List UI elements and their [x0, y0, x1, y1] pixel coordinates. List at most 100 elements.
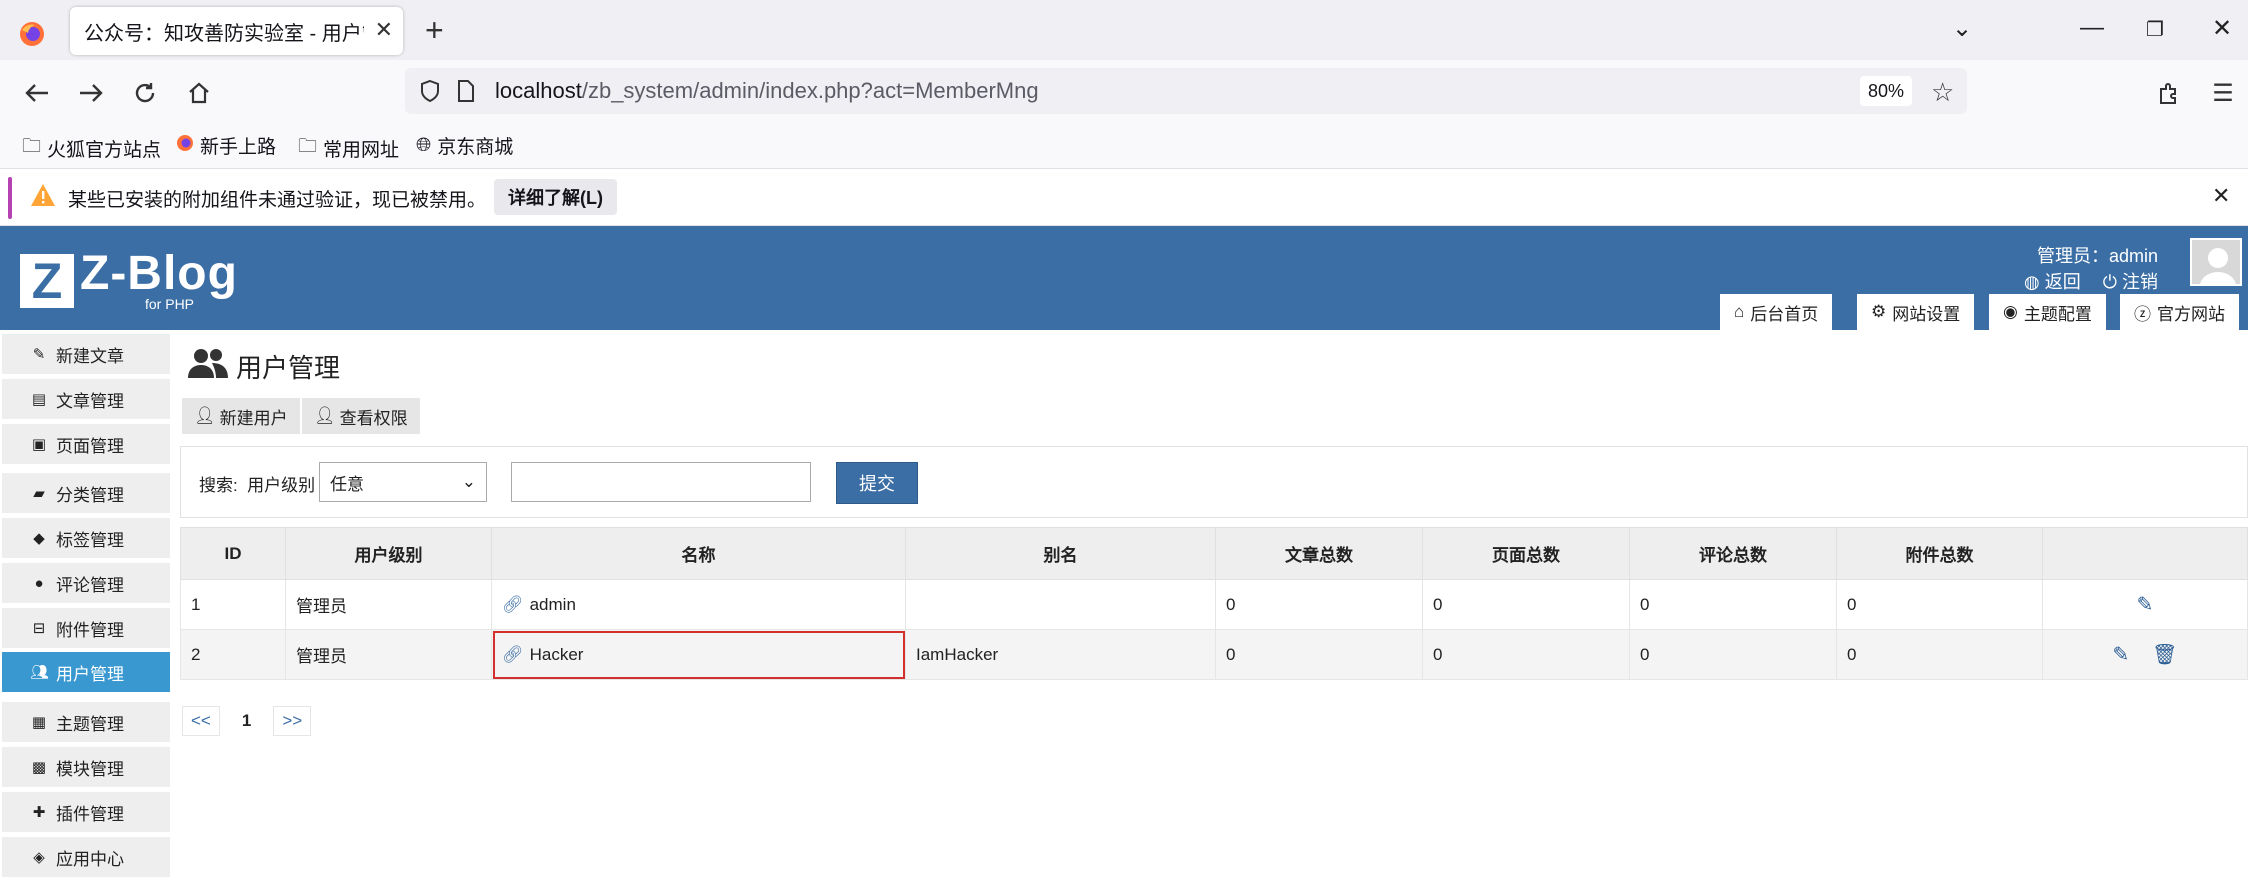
submit-button[interactable]: 提交 [836, 462, 918, 504]
tab-site-settings[interactable]: ⚙ 网站设置 [1857, 294, 1975, 330]
reload-icon[interactable] [128, 76, 162, 110]
sidebar-item-pages[interactable]: ▣ 页面管理 [2, 424, 170, 464]
cell-name[interactable]: 🔗︎ admin [491, 579, 906, 630]
search-panel: 搜索: 用户级别 任意 ⌄ 提交 [180, 446, 2248, 518]
zoom-level-badge[interactable]: 80% [1860, 76, 1912, 106]
restore-icon[interactable]: ❐ [2146, 17, 2164, 42]
user-level-select[interactable]: 任意 ⌄ [319, 462, 487, 502]
shield-icon[interactable] [419, 79, 441, 108]
cube-icon: ◈ [33, 849, 45, 866]
avatar[interactable] [2190, 238, 2242, 286]
search-label: 搜索: 用户级别 [199, 476, 316, 495]
globe-icon: 🌐︎ [416, 134, 432, 156]
learn-more-button[interactable]: 详细了解(L) [494, 179, 617, 215]
col-name[interactable]: 名称 [491, 527, 906, 580]
back-arrow-icon[interactable] [20, 76, 54, 110]
sidebar-item-categories[interactable]: ▰ 分类管理 [2, 473, 170, 513]
bookmark-item[interactable]: 新手上路 [176, 132, 276, 159]
layout-icon: ▦ [31, 714, 47, 731]
zblog-header: Z Z-Blog for PHP 管理员：admin ◍ 返回 ⏻ 注销 ⌂ 后台… [0, 226, 2248, 330]
header-links: ◍ 返回 ⏻ 注销 [2024, 268, 2158, 294]
user-check-icon: 👤︎ [314, 406, 336, 425]
sidebar-item-plugins[interactable]: ✚ 插件管理 [2, 792, 170, 832]
bookmark-item[interactable]: 🗀 火狐官方站点 [22, 132, 161, 164]
cell-actions: ✎ [2042, 579, 2248, 630]
globe-icon: ◍ [2024, 272, 2045, 292]
current-page[interactable]: 1 [234, 706, 259, 736]
zblog-logo-mark[interactable]: Z [20, 253, 74, 309]
minimize-icon[interactable]: — [2080, 14, 2104, 42]
sidebar-item-modules[interactable]: ▩ 模块管理 [2, 747, 170, 787]
chevron-down-icon: ⌄ [461, 472, 476, 491]
back-link[interactable]: ◍ 返回 [2024, 268, 2081, 294]
sidebar-item-tags[interactable]: ◆ 标签管理 [2, 518, 170, 558]
browser-tab-bar: 公众号：知攻善防实验室 - 用户管理 ✕ + ⌄ — ❐ ✕ [0, 0, 2248, 60]
prev-page-button[interactable]: << [182, 706, 220, 736]
sidebar-item-attachments[interactable]: ⊟ 附件管理 [2, 608, 170, 648]
forward-arrow-icon[interactable] [74, 76, 108, 110]
col-attachments[interactable]: 附件总数 [1836, 527, 2043, 580]
cell-pages: 0 [1422, 629, 1630, 680]
bookmark-star-icon[interactable]: ☆ [1931, 77, 1954, 108]
gear-icon: ⚙ [1871, 302, 1887, 321]
zblog-logo-subtitle: for PHP [145, 296, 195, 312]
tab-dashboard[interactable]: ⌂ 后台首页 [1720, 294, 1833, 330]
sidebar-item-app-center[interactable]: ◈ 应用中心 [2, 837, 170, 877]
cell-pages: 0 [1422, 579, 1630, 630]
home-icon[interactable] [182, 76, 216, 110]
folder-icon: 🗀 [298, 136, 318, 157]
user-name-link[interactable]: admin [530, 595, 576, 614]
menu-hamburger-icon[interactable]: ☰ [2206, 76, 2240, 110]
user-name-link[interactable]: Hacker [530, 645, 584, 664]
tab-official-site[interactable]: ⓩ 官方网站 [2120, 294, 2239, 330]
col-alias[interactable]: 别名 [905, 527, 1216, 580]
cell-comments: 0 [1629, 579, 1837, 630]
sidebar-item-comments[interactable]: ● 评论管理 [2, 563, 170, 603]
edit-icon[interactable]: ✎ [2113, 644, 2130, 666]
cell-id: 2 [180, 629, 286, 680]
zblog-logo-text[interactable]: Z-Blog [80, 246, 238, 301]
link-icon: 🔗︎ [502, 594, 524, 614]
new-tab-plus-icon[interactable]: + [425, 12, 444, 49]
sidebar-item-themes[interactable]: ▦ 主题管理 [2, 702, 170, 742]
new-user-button[interactable]: 👤︎ 新建用户 [182, 398, 300, 434]
sidebar-item-users[interactable]: 👥︎ 用户管理 [2, 652, 170, 692]
next-page-button[interactable]: >> [273, 706, 312, 736]
logout-link[interactable]: ⏻ 注销 [2103, 268, 2158, 294]
users-icon: 👥︎ [30, 664, 50, 681]
page-icon [457, 80, 475, 107]
trash-icon[interactable]: 🗑︎ [2152, 644, 2177, 666]
active-tab[interactable]: 公众号：知攻善防实验室 - 用户管理 ✕ [70, 7, 403, 55]
sidebar-item-new-article[interactable]: ✎ 新建文章 [2, 334, 170, 374]
cell-articles: 0 [1215, 629, 1423, 680]
close-notice-icon[interactable]: ✕ [2212, 183, 2230, 209]
col-level[interactable]: 用户级别 [285, 527, 492, 580]
url-bar[interactable]: localhost/zb_system/admin/index.php?act=… [405, 68, 1967, 114]
sidebar-item-articles[interactable]: ▤ 文章管理 [2, 379, 170, 419]
cell-level: 管理员 [285, 629, 492, 680]
cell-alias: IamHacker [905, 629, 1216, 680]
document-list-icon: ▤ [31, 391, 47, 408]
folder-icon: 🗀 [22, 136, 42, 157]
col-pages[interactable]: 页面总数 [1422, 527, 1630, 580]
bookmark-item[interactable]: 🌐︎ 京东商城 [416, 132, 513, 159]
close-window-icon[interactable]: ✕ [2212, 14, 2232, 43]
firefox-icon [176, 134, 194, 158]
col-articles[interactable]: 文章总数 [1215, 527, 1423, 580]
bookmark-item[interactable]: 🗀 常用网址 [298, 132, 399, 164]
tab-close-icon[interactable]: ✕ [375, 17, 393, 43]
firefox-icon[interactable] [14, 16, 50, 52]
col-comments[interactable]: 评论总数 [1629, 527, 1837, 580]
cell-id: 1 [180, 579, 286, 630]
view-permissions-button[interactable]: 👤︎ 查看权限 [302, 398, 420, 434]
col-id[interactable]: ID [180, 527, 286, 580]
edit-icon[interactable]: ✎ [2137, 594, 2154, 616]
table-row: 2 管理员 🔗︎ Hacker IamHacker 0 0 0 0 ✎ 🗑︎ [180, 629, 2248, 680]
tab-list-chevron-down-icon[interactable]: ⌄ [1952, 14, 1972, 43]
tab-theme-config[interactable]: ◉ 主题配置 [1989, 294, 2106, 330]
user-plus-icon: 👤︎ [194, 406, 216, 425]
cell-comments: 0 [1629, 629, 1837, 680]
search-input[interactable] [511, 462, 811, 502]
extensions-puzzle-icon[interactable] [2152, 76, 2186, 110]
cell-name[interactable]: 🔗︎ Hacker [491, 629, 906, 680]
